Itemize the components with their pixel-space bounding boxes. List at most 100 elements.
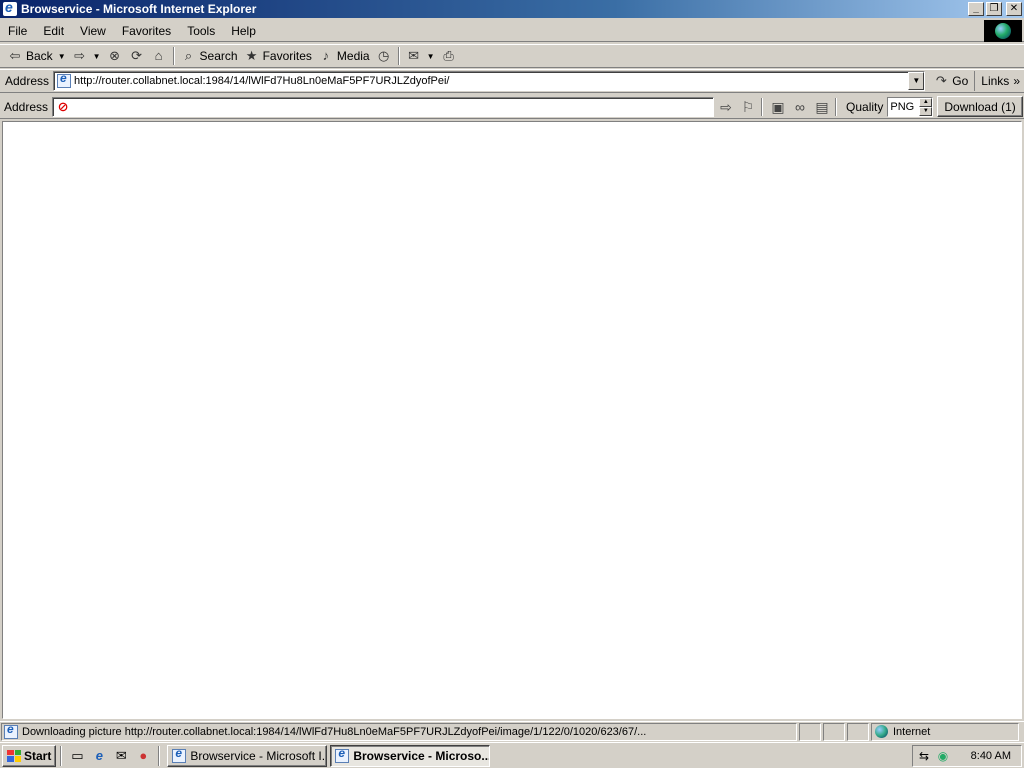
status-progress-cell [799,722,821,741]
clock[interactable]: 8:40 AM [971,750,1011,762]
favorites-label: Favorites [262,49,312,63]
page-icon [57,71,72,88]
browservice-toolbar: Address ⊘ ⇨ ⚐ ▣ ∞ ▤ Quality PNG ▲ ▼ Down… [0,95,1024,119]
task-label: Browservice - Microsoft I... [190,748,328,763]
search-icon: ⌕ [184,48,193,63]
go-button[interactable]: ↷ Go [925,73,974,89]
status-page-icon [4,722,18,739]
window-controls: _ ❐ ✕ [968,2,1022,16]
title-bar[interactable]: Browservice - Microsoft Internet Explore… [0,0,1024,18]
start-button[interactable]: Start [2,744,57,767]
mail-button[interactable]: ✉ ▼ [403,45,438,67]
clipboard-icon[interactable]: ▤ [812,97,832,117]
quality-spinner[interactable]: ▲ ▼ [919,97,933,116]
internet-zone-icon [875,725,888,738]
standard-toolbar: ⇦ Back ▼ ⇨ ▼ ⊗ ⟳ ⌂ ⌕ Search ★ Favorites … [0,44,1024,68]
media-button[interactable]: ♪ Media [315,45,373,67]
taskbar-separator [60,745,63,766]
back-button[interactable]: ⇦ Back ▼ [4,45,69,67]
window-title: Browservice - Microsoft Internet Explore… [21,2,257,16]
stop-button[interactable]: ⊗ [104,45,126,67]
mail-icon: ✉ [408,48,420,63]
status-bar: Downloading picture http://router.collab… [0,721,1024,741]
ie-window-icon [335,746,350,763]
show-desktop-icon[interactable]: ▭ [68,747,86,765]
favorites-star-icon: ★ [245,48,258,63]
status-lock-cell [823,722,845,741]
download-button[interactable]: Download (1) [937,96,1023,117]
task-label: Browservice - Microso... [353,748,491,763]
home-icon: ⌂ [154,48,163,63]
ie-app-icon[interactable] [3,0,17,16]
go-arrow-icon: ↷ [935,73,947,88]
media-icon: ♪ [322,48,330,63]
menu-favorites[interactable]: Favorites [114,24,179,38]
throbber [984,20,1022,42]
favorites-button[interactable]: ★ Favorites [241,45,315,67]
forward-button[interactable]: ⇨ ▼ [69,45,104,67]
page-content[interactable] [2,121,1022,719]
ie-window-icon [172,746,187,763]
menu-help[interactable]: Help [223,24,264,38]
address-url[interactable]: http://router.collabnet.local:1984/14/lW… [74,75,908,87]
taskbar: Start ▭ e ✉ ● Browservice - Microsoft I.… [0,742,1024,768]
taskbar-window-2[interactable]: Browservice - Microso... [330,744,491,767]
back-arrow-icon: ⇦ [9,48,21,63]
system-tray: ⇆ ◉ 8:40 AM [912,745,1022,767]
browservice-separator [835,97,838,116]
stop-icon: ⊗ [109,48,120,63]
search-button[interactable]: ⌕ Search [178,45,241,67]
print-icon: ⎙ [443,48,454,63]
media-label: Media [336,49,370,63]
refresh-icon: ⟳ [131,48,142,63]
menu-file[interactable]: File [0,24,35,38]
outlook-express-icon[interactable]: ✉ [112,747,130,765]
bookmarks-list-icon[interactable]: ▣ [768,97,788,117]
search-label: Search [199,49,238,63]
taskbar-window-1[interactable]: Browservice - Microsoft I... [167,744,328,767]
status-main-pane: Downloading picture http://router.collab… [1,722,797,741]
taskbar-separator [158,745,161,766]
spin-down-icon[interactable]: ▼ [919,106,933,116]
toolbar-separator [172,47,175,65]
tray-globe-icon[interactable]: ◉ [935,748,951,764]
insecure-connection-icon: ⊘ [57,98,69,114]
status-privacy-cell [847,722,869,741]
print-button[interactable]: ⎙ [438,45,460,67]
browservice-address-field[interactable]: ⊘ [52,96,715,117]
refresh-button[interactable]: ⟳ [126,45,148,67]
media-player-icon[interactable]: ● [134,747,152,765]
mail-dropdown-icon[interactable]: ▼ [427,52,435,61]
quality-selector[interactable]: PNG ▲ ▼ [887,96,934,117]
quality-value: PNG [890,100,915,113]
navigate-arrow-icon[interactable]: ⇨ [716,97,736,117]
history-button[interactable]: ◷ [373,45,395,67]
browservice-address-input[interactable] [70,98,714,115]
links-button[interactable]: Links » [974,71,1024,91]
restore-button[interactable]: ❐ [986,2,1002,16]
start-label: Start [24,748,52,763]
address-input[interactable]: http://router.collabnet.local:1984/14/lW… [53,71,926,91]
chevron-right-icon: » [1013,74,1020,88]
find-binoculars-icon[interactable]: ∞ [790,97,810,117]
back-dropdown-icon[interactable]: ▼ [58,52,66,61]
status-zone[interactable]: Internet [871,722,1019,741]
history-icon: ◷ [377,48,390,63]
browservice-separator [761,97,764,116]
minimize-button[interactable]: _ [968,2,984,16]
windows-globe-icon [995,23,1011,39]
home-button[interactable]: ⌂ [148,45,170,67]
close-button[interactable]: ✕ [1006,2,1022,16]
bookmark-icon[interactable]: ⚐ [738,97,758,117]
menu-bar: File Edit View Favorites Tools Help [0,20,1024,42]
address-label: Address [5,74,50,88]
ie-quicklaunch-icon[interactable]: e [90,747,108,765]
network-icon[interactable]: ⇆ [916,748,932,764]
forward-dropdown-icon[interactable]: ▼ [93,52,101,61]
menu-tools[interactable]: Tools [179,24,223,38]
spin-up-icon[interactable]: ▲ [919,97,933,107]
menu-view[interactable]: View [72,24,114,38]
address-dropdown-icon[interactable]: ▼ [908,72,925,90]
menu-edit[interactable]: Edit [35,24,72,38]
zone-label: Internet [893,725,931,738]
